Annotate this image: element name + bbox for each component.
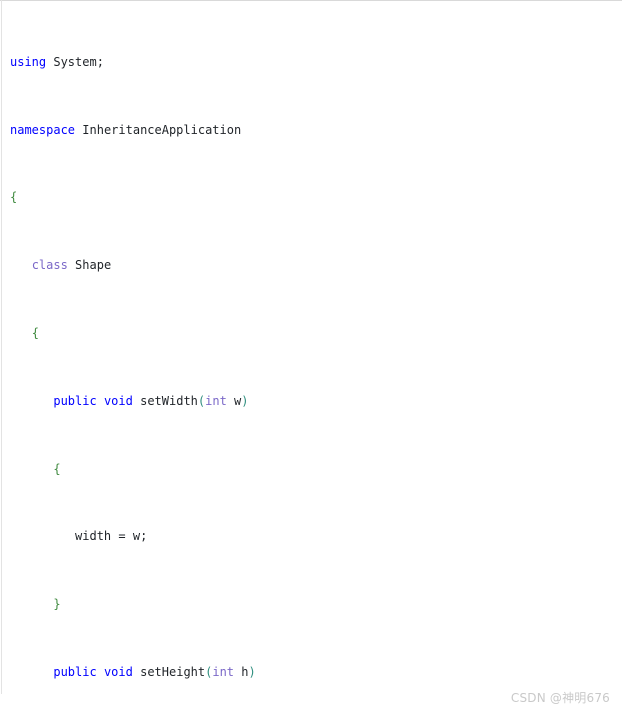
code-line-2: namespace InheritanceApplication [0,122,622,139]
code-line-4: class Shape [0,257,622,274]
token-field-width: width [75,529,112,544]
token-keyword-void: void [103,665,133,680]
top-divider [0,0,622,1]
token-semicolon: ; [140,529,148,544]
token-keyword-class: class [31,258,68,273]
token-keyword-using: using [10,54,47,69]
token-keyword-int: int [205,393,227,408]
token-param-h: h [241,665,249,680]
code-line-9: } [0,596,622,613]
token-keyword-public: public [53,665,97,680]
token-keyword-namespace: namespace [10,122,76,137]
code-screenshot: using System; namespace InheritanceAppli… [0,0,622,718]
token-type-shape: Shape [75,258,112,273]
code-line-1: using System; [0,54,622,71]
token-method-setheight: setHeight [140,665,206,680]
token-paren: ) [241,393,249,408]
code-line-10: public void setHeight(int h) [0,664,622,681]
token-open-brace: { [10,190,18,205]
token-paren: ) [248,665,256,680]
token-param-w: w [132,529,141,544]
code-line-5: { [0,325,622,342]
token-assign: = [118,529,126,544]
code-line-7: { [0,461,622,478]
token-open-brace: { [31,326,39,341]
token-keyword-void: void [103,393,133,408]
code-line-3: { [0,189,622,206]
code-line-8: width = w; [0,528,622,545]
token-close-brace: } [53,597,61,612]
code-line-6: public void setWidth(int w) [0,393,622,410]
code-block[interactable]: using System; namespace InheritanceAppli… [0,3,622,718]
token-open-brace: { [53,461,61,476]
token-semicolon: ; [96,54,104,69]
token-keyword-int: int [212,665,235,680]
token-namespace-name: InheritanceApplication [82,122,242,137]
token-identifier-system: System [53,54,97,69]
csdn-watermark: CSDN @神明676 [510,691,610,705]
token-keyword-public: public [53,393,97,408]
token-method-setwidth: setWidth [140,393,198,408]
